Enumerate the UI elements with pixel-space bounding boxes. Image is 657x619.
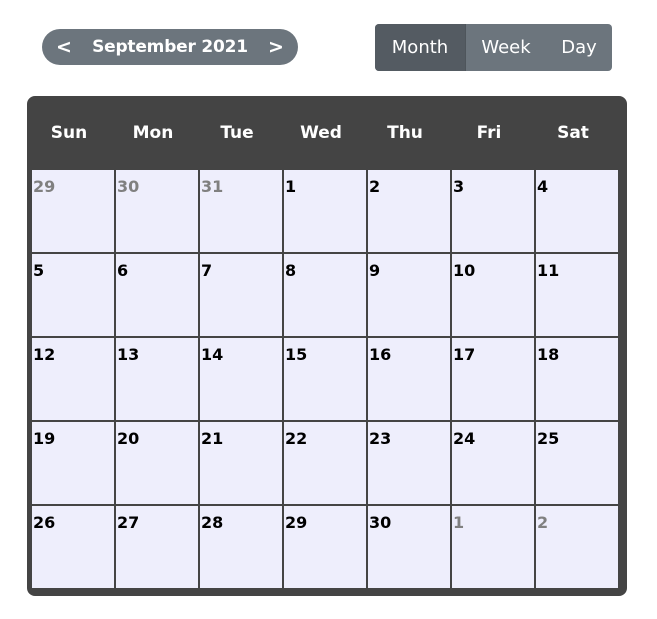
day-number: 22 xyxy=(285,429,308,448)
day-cell[interactable]: 19 xyxy=(32,422,114,504)
month-title: September 2021 xyxy=(92,37,248,57)
view-switcher: Month Week Day xyxy=(375,24,612,71)
day-cell[interactable]: 10 xyxy=(452,254,534,336)
day-cell[interactable]: 21 xyxy=(200,422,282,504)
day-cell-adjacent-month[interactable]: 1 xyxy=(452,506,534,588)
weekday-wed: Wed xyxy=(300,122,342,143)
day-number: 2 xyxy=(537,513,549,532)
day-number: 30 xyxy=(117,177,140,196)
day-cell[interactable]: 28 xyxy=(200,506,282,588)
month-calendar: Sun Mon Tue Wed Thu Fri Sat 29 30 31 1 2 3 4 5 6… xyxy=(27,96,627,596)
day-cell[interactable]: 1 xyxy=(284,170,366,252)
weekday-tue: Tue xyxy=(220,122,254,143)
day-cell-adjacent-month[interactable]: 30 xyxy=(116,170,198,252)
day-cell[interactable]: 8 xyxy=(284,254,366,336)
weekday-header: Sun Mon Tue Wed Thu Fri Sat xyxy=(27,96,627,169)
day-cell[interactable]: 25 xyxy=(536,422,618,504)
month-view-button[interactable]: Month xyxy=(375,24,466,71)
day-number: 20 xyxy=(117,429,140,448)
day-number: 21 xyxy=(201,429,224,448)
day-number: 25 xyxy=(537,429,560,448)
day-cell[interactable]: 12 xyxy=(32,338,114,420)
day-number: 26 xyxy=(33,513,56,532)
day-number: 6 xyxy=(117,261,129,280)
day-cell-adjacent-month[interactable]: 31 xyxy=(200,170,282,252)
day-number: 4 xyxy=(537,177,549,196)
day-number: 28 xyxy=(201,513,224,532)
weekday-mon: Mon xyxy=(132,122,174,143)
day-cell[interactable]: 18 xyxy=(536,338,618,420)
day-cell[interactable]: 26 xyxy=(32,506,114,588)
weekday-sat: Sat xyxy=(557,122,589,143)
day-number: 5 xyxy=(33,261,45,280)
day-number: 15 xyxy=(285,345,308,364)
day-cell-adjacent-month[interactable]: 2 xyxy=(536,506,618,588)
day-number: 19 xyxy=(33,429,56,448)
day-number: 10 xyxy=(453,261,476,280)
day-number: 18 xyxy=(537,345,560,364)
day-cell[interactable]: 3 xyxy=(452,170,534,252)
day-cell[interactable]: 30 xyxy=(368,506,450,588)
day-cell[interactable]: 11 xyxy=(536,254,618,336)
day-number: 23 xyxy=(369,429,392,448)
day-grid: 29 30 31 1 2 3 4 5 6 7 8 9 10 11 12 13 14 15 16 17 18 19 20 21 2… xyxy=(32,170,622,588)
day-cell[interactable]: 17 xyxy=(452,338,534,420)
day-cell[interactable]: 6 xyxy=(116,254,198,336)
day-number: 17 xyxy=(453,345,476,364)
day-cell[interactable]: 22 xyxy=(284,422,366,504)
day-cell[interactable]: 2 xyxy=(368,170,450,252)
day-number: 12 xyxy=(33,345,56,364)
day-number: 9 xyxy=(369,261,381,280)
weekday-sun: Sun xyxy=(50,122,88,143)
day-number: 30 xyxy=(369,513,392,532)
day-number: 16 xyxy=(369,345,392,364)
day-cell[interactable]: 29 xyxy=(284,506,366,588)
day-cell[interactable]: 13 xyxy=(116,338,198,420)
day-number: 29 xyxy=(285,513,308,532)
day-cell[interactable]: 4 xyxy=(536,170,618,252)
day-cell[interactable]: 7 xyxy=(200,254,282,336)
day-cell-adjacent-month[interactable]: 29 xyxy=(32,170,114,252)
day-cell[interactable]: 9 xyxy=(368,254,450,336)
week-view-button[interactable]: Week xyxy=(466,24,546,71)
day-number: 1 xyxy=(453,513,465,532)
day-number: 1 xyxy=(285,177,297,196)
day-number: 29 xyxy=(33,177,56,196)
day-number: 13 xyxy=(117,345,140,364)
day-cell[interactable]: 20 xyxy=(116,422,198,504)
day-cell[interactable]: 16 xyxy=(368,338,450,420)
day-cell[interactable]: 23 xyxy=(368,422,450,504)
day-number: 27 xyxy=(117,513,140,532)
day-cell[interactable]: 5 xyxy=(32,254,114,336)
day-number: 14 xyxy=(201,345,224,364)
month-navigator: < September 2021 > xyxy=(42,29,298,65)
prev-month-button[interactable]: < xyxy=(56,29,72,65)
day-number: 7 xyxy=(201,261,213,280)
day-number: 2 xyxy=(369,177,381,196)
day-number: 31 xyxy=(201,177,224,196)
day-number: 3 xyxy=(453,177,465,196)
weekday-fri: Fri xyxy=(476,122,502,143)
day-cell[interactable]: 15 xyxy=(284,338,366,420)
weekday-thu: Thu xyxy=(387,122,423,143)
day-number: 11 xyxy=(537,261,560,280)
day-view-button[interactable]: Day xyxy=(546,24,612,71)
day-cell[interactable]: 14 xyxy=(200,338,282,420)
day-cell[interactable]: 24 xyxy=(452,422,534,504)
day-number: 8 xyxy=(285,261,297,280)
day-cell[interactable]: 27 xyxy=(116,506,198,588)
next-month-button[interactable]: > xyxy=(268,29,284,65)
day-number: 24 xyxy=(453,429,476,448)
